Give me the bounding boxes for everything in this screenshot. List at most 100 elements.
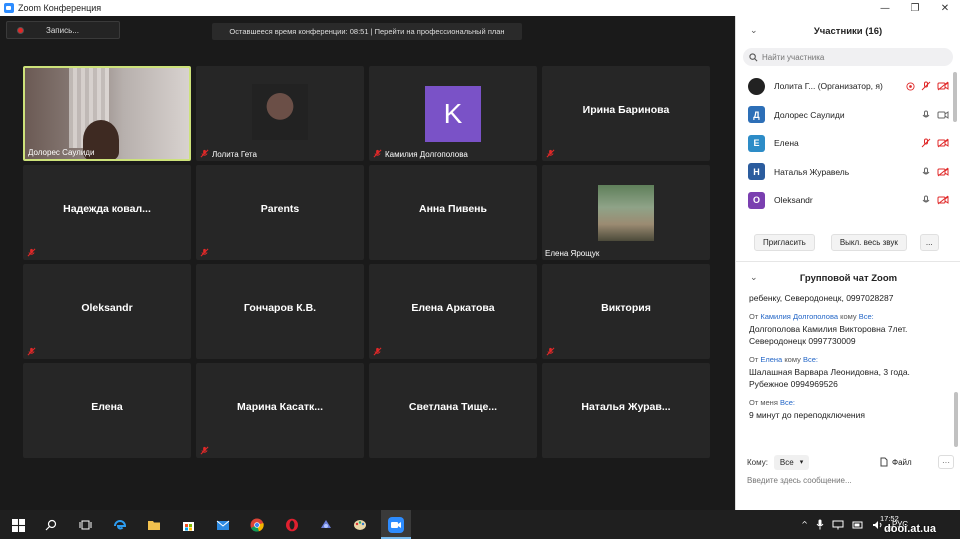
mail-icon[interactable] xyxy=(213,515,233,535)
video-tile[interactable]: K Камилия Долгополова xyxy=(369,66,537,161)
tile-center-name: Виктория xyxy=(601,302,651,314)
app-icon[interactable] xyxy=(316,515,336,535)
avatar: O xyxy=(748,191,765,209)
zoom-taskbar-icon[interactable] xyxy=(386,515,406,535)
chat-header: ⌄ Групповой чат Zoom xyxy=(736,270,960,286)
video-tile[interactable]: Елена Ярощук xyxy=(542,165,710,260)
opera-icon[interactable] xyxy=(282,515,302,535)
battery-icon[interactable] xyxy=(852,520,864,530)
time-remaining-banner[interactable]: Оставшееся время конференции: 08:51 | Пе… xyxy=(212,23,522,40)
chat-message: От Елена кому Все: Шалашная Варвара Леон… xyxy=(749,355,949,390)
participant-scrollbar[interactable] xyxy=(953,72,958,222)
mic-icon[interactable] xyxy=(921,195,931,205)
video-tile[interactable]: Parents xyxy=(196,165,364,260)
video-tile[interactable]: Лолита Гета xyxy=(196,66,364,161)
message-text: Долгополова Камилия Викторовна 7лет. Сев… xyxy=(749,324,908,346)
store-icon[interactable] xyxy=(178,515,198,535)
video-icon[interactable] xyxy=(937,110,949,120)
avatar: Е xyxy=(748,134,765,152)
video-tile[interactable]: Светлана Тище... xyxy=(369,363,537,458)
record-icon xyxy=(17,26,24,34)
muted-mic-icon xyxy=(27,248,36,257)
mic-icon[interactable] xyxy=(921,110,931,120)
tile-name-label: Елена Ярощук xyxy=(545,249,600,258)
share-icon xyxy=(906,82,915,91)
chrome-icon[interactable] xyxy=(247,515,267,535)
muted-mic-icon xyxy=(200,149,209,158)
video-tile[interactable]: Oleksandr xyxy=(23,264,191,359)
message-meta: От Елена кому Все: xyxy=(749,355,818,364)
profile-photo xyxy=(598,185,654,241)
chat-title: Групповой чат Zoom xyxy=(799,272,898,284)
tile-center-name: Марина Касатк... xyxy=(236,401,323,413)
chat-message: От меня Все: 9 минут до переподключения xyxy=(749,398,949,421)
participant-row[interactable]: Н Наталья Журавель xyxy=(736,158,951,187)
video-tile-active[interactable]: Долорес Саулиди xyxy=(23,66,191,161)
more-button[interactable]: ... xyxy=(919,234,939,251)
tile-center-name: Oleksandr xyxy=(81,302,133,314)
participant-search[interactable] xyxy=(743,48,953,66)
minimize-button[interactable]: — xyxy=(870,0,900,16)
chevron-up-icon[interactable]: ^ xyxy=(801,520,808,529)
window-title: Zoom Конференция xyxy=(18,3,102,13)
participant-name: Долорес Саулиди xyxy=(774,109,845,120)
muted-mic-icon xyxy=(373,149,382,158)
file-explorer-icon[interactable] xyxy=(144,515,164,535)
search-icon xyxy=(749,52,758,61)
muted-mic-icon xyxy=(546,149,555,158)
mic-icon[interactable] xyxy=(921,167,931,177)
chevron-down-icon: ▾ xyxy=(799,458,804,466)
chat-message-input[interactable] xyxy=(747,476,947,485)
video-off-icon[interactable] xyxy=(937,195,949,205)
participants-header: ⌄ Участники (16) xyxy=(736,16,960,46)
network-icon[interactable] xyxy=(832,520,844,530)
video-tile[interactable]: Ирина Баринова xyxy=(542,66,710,161)
chevron-down-icon[interactable]: ⌄ xyxy=(750,26,758,36)
video-tile[interactable]: Анна Пивень xyxy=(369,165,537,260)
microphone-icon[interactable] xyxy=(816,519,824,530)
close-button[interactable]: ✕ xyxy=(930,0,960,16)
invite-button[interactable]: Пригласить xyxy=(754,234,815,251)
participant-list: Лолита Г... (Организатор, я) Д Долорес С… xyxy=(736,72,951,227)
muted-mic-icon[interactable] xyxy=(921,81,931,91)
chat-recipient-row: Кому: Все ▾ Файл ··· xyxy=(736,453,960,471)
video-tile[interactable]: Елена Аркатова xyxy=(369,264,537,359)
muted-mic-icon xyxy=(373,347,382,356)
video-tile[interactable]: Виктория xyxy=(542,264,710,359)
chevron-down-icon[interactable]: ⌄ xyxy=(750,273,758,283)
maximize-button[interactable]: ❐ xyxy=(900,0,930,16)
video-off-icon[interactable] xyxy=(937,138,949,148)
participant-name: Лолита Г... (Организатор, я) xyxy=(774,81,883,92)
recipient-select[interactable]: Все ▾ xyxy=(773,454,810,470)
watermark: dooi.at.ua xyxy=(884,523,936,535)
video-off-icon[interactable] xyxy=(937,81,949,91)
muted-mic-icon[interactable] xyxy=(921,138,931,148)
video-tile[interactable]: Гончаров К.В. xyxy=(196,264,364,359)
participant-row[interactable]: Лолита Г... (Организатор, я) xyxy=(736,72,951,101)
participant-row[interactable]: Е Елена xyxy=(736,129,951,158)
video-tile[interactable]: Наталья Журав... xyxy=(542,363,710,458)
file-icon xyxy=(880,457,888,467)
file-button[interactable]: Файл xyxy=(880,457,912,467)
windows-start-icon[interactable] xyxy=(8,515,28,535)
video-tile[interactable]: Елена xyxy=(23,363,191,458)
mute-all-button[interactable]: Выкл. весь звук xyxy=(830,234,907,251)
profile-photo xyxy=(252,84,308,140)
record-button[interactable]: Запись... xyxy=(6,21,120,39)
participant-row[interactable]: Д Долорес Саулиди xyxy=(736,101,951,130)
task-view-icon[interactable] xyxy=(75,515,95,535)
search-input[interactable] xyxy=(762,52,932,62)
chat-scrollbar[interactable] xyxy=(954,392,958,447)
video-tile[interactable]: Надежда ковал... xyxy=(23,165,191,260)
tile-name-label: Камилия Долгополова xyxy=(385,150,468,159)
chat-message: ребенку, Северодонецк, 0997028287 xyxy=(749,292,949,304)
tile-center-name: Елена Аркатова xyxy=(411,302,495,314)
video-off-icon[interactable] xyxy=(937,167,949,177)
search-icon[interactable] xyxy=(41,515,61,535)
paint-icon[interactable] xyxy=(350,515,370,535)
chat-more-button[interactable]: ··· xyxy=(938,455,954,469)
video-tile[interactable]: Марина Касатк... xyxy=(196,363,364,458)
message-meta: От Камилия Долгополова кому Все: xyxy=(749,312,874,321)
participant-row[interactable]: O Oleksandr xyxy=(736,186,951,215)
edge-browser-icon[interactable] xyxy=(110,515,130,535)
